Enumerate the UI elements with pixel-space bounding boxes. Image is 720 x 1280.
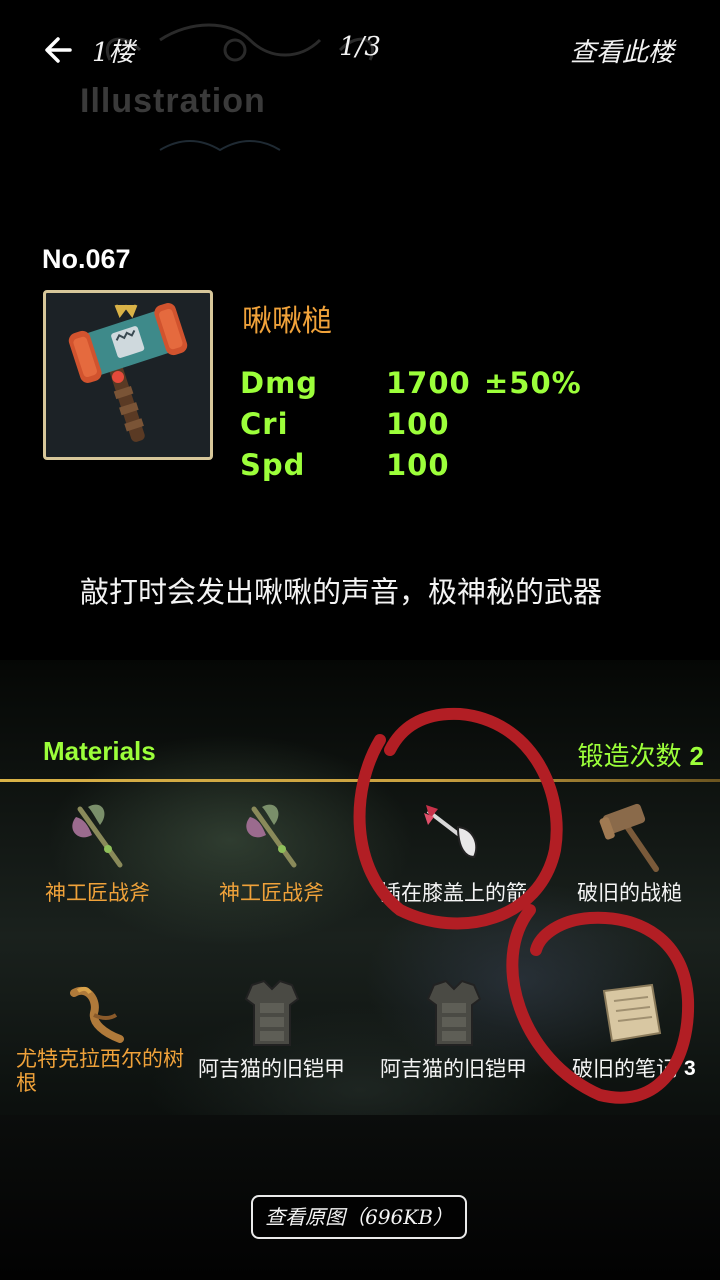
stat-name: Spd — [240, 448, 306, 482]
view-original-button[interactable]: 查看原图（696KB） — [251, 1195, 467, 1239]
hammer-icon — [68, 303, 188, 442]
forge-count: 锻造次数 2 — [578, 736, 704, 773]
material-item[interactable]: 阿吉猫的旧铠甲 — [184, 975, 359, 1115]
armor-icon — [244, 979, 299, 1046]
top-bar: 1楼 1/3 查看此楼 — [0, 0, 720, 100]
material-item[interactable]: 尤特克拉西尔的树根 — [10, 975, 185, 1115]
war-hammer-icon — [599, 803, 659, 872]
material-name: 神工匠战斧 — [45, 881, 150, 905]
battle-axe-icon — [71, 804, 122, 868]
armor-icon — [426, 979, 481, 1046]
stat-name: Dmg — [240, 366, 319, 400]
material-item[interactable]: 神工匠战斧 — [184, 795, 359, 935]
material-name: 破旧的笔记 — [572, 1057, 677, 1081]
gold-divider — [0, 779, 720, 782]
stat-value: 100 — [386, 448, 450, 482]
stat-name: Cri — [240, 407, 289, 441]
material-name: 插在膝盖上的箭 — [380, 881, 527, 905]
arrow-left-icon[interactable] — [40, 30, 80, 70]
material-item[interactable]: 阿吉猫的旧铠甲 — [366, 975, 541, 1115]
battle-axe-icon — [245, 804, 296, 868]
view-floor-button[interactable]: 查看此楼 — [570, 32, 674, 69]
forge-count-value: 2 — [689, 741, 704, 771]
material-item[interactable]: 插在膝盖上的箭 — [366, 795, 541, 935]
material-name: 尤特克拉西尔的树根 — [16, 1047, 184, 1095]
materials-title: Materials — [43, 736, 156, 766]
stat-value: 1700 — [386, 366, 471, 400]
material-item[interactable]: 神工匠战斧 — [10, 795, 185, 935]
arrow-icon — [423, 805, 477, 859]
item-image-frame[interactable] — [43, 290, 213, 460]
stat-variance: ±50% — [484, 366, 582, 400]
item-name: 啾啾槌 — [242, 304, 332, 339]
item-description: 敲打时会发出啾啾的声音，极神秘的武器 — [80, 575, 603, 609]
forge-label: 锻造次数 — [577, 742, 682, 772]
tree-root-icon — [69, 986, 124, 1043]
floor-label: 1楼 — [92, 38, 135, 68]
material-count: 3 — [684, 1057, 696, 1080]
material-name: 破旧的战槌 — [577, 881, 682, 905]
page-indicator: 1/3 — [339, 32, 381, 62]
material-name: 阿吉猫的旧铠甲 — [198, 1057, 345, 1081]
scroll-icon — [602, 983, 662, 1043]
material-item[interactable]: 破旧的笔记 3 — [532, 975, 707, 1115]
material-name: 阿吉猫的旧铠甲 — [380, 1057, 527, 1081]
stat-value: 100 — [386, 407, 450, 441]
material-item[interactable]: 破旧的战槌 — [542, 795, 717, 935]
item-number: No.067 — [42, 244, 131, 274]
material-name: 神工匠战斧 — [219, 881, 324, 905]
